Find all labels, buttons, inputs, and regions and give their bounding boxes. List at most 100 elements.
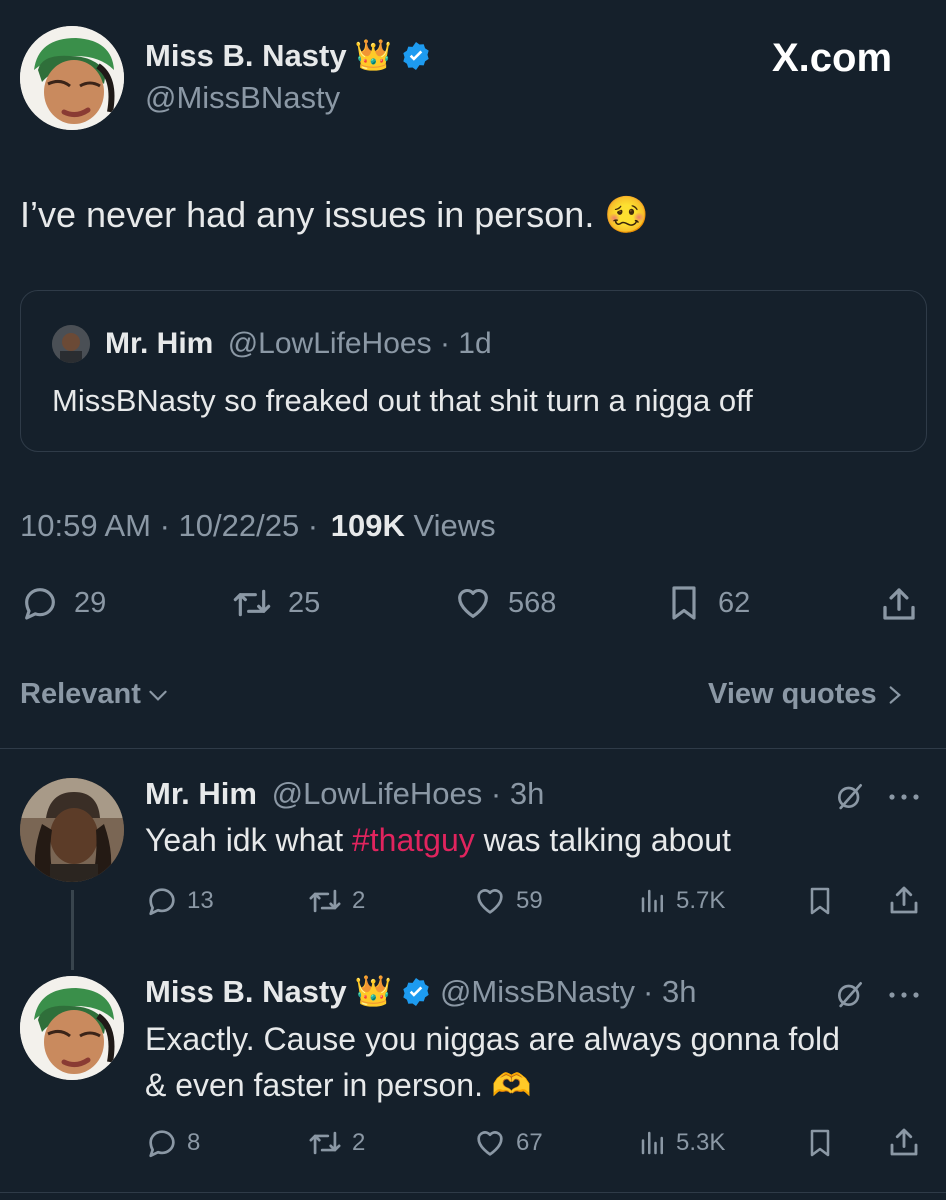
tweet-meta: 10:59 AM · 10/22/25 · 109K Views [20, 508, 496, 544]
reply-repost-count: 2 [352, 887, 366, 914]
reply-reply-button[interactable]: 13 [145, 884, 214, 918]
view-quotes-label: View quotes [708, 678, 877, 710]
crown-emoji: 👑 [354, 974, 392, 1009]
reply-views-button[interactable]: 5.7K [638, 884, 725, 918]
reply-bookmark-button[interactable] [804, 1126, 836, 1165]
reply-repost-count: 2 [352, 1129, 366, 1156]
avatar[interactable] [20, 26, 124, 130]
reply-like-count: 59 [516, 887, 543, 914]
author-name-row: Miss B. Nasty 👑 [145, 36, 432, 76]
tweet-timestamp[interactable]: 10:59 AM · 10/22/25 · [20, 508, 318, 543]
chevron-down-icon [149, 690, 167, 701]
verified-badge-icon [403, 978, 429, 1006]
reply-author-handle[interactable]: @LowLifeHoes [272, 776, 483, 811]
reply-like-count: 67 [516, 1129, 543, 1156]
thread-connector-line [71, 890, 74, 970]
reply-icon [149, 1130, 175, 1158]
bookmark-icon [810, 1129, 830, 1157]
reply-avatar[interactable] [20, 976, 124, 1080]
more-icon [889, 992, 919, 998]
repost-button[interactable]: 25 [230, 583, 320, 623]
reply-author-name[interactable]: Miss B. Nasty [145, 974, 347, 1010]
share-icon [890, 886, 918, 914]
reply-views-count: 5.7K [676, 887, 726, 914]
reply-reply-count: 13 [187, 887, 214, 914]
reply-header: Miss B. Nasty 👑 @MissBNasty · 3h [145, 972, 696, 1012]
grok-icon-button[interactable] [834, 978, 866, 1015]
reply-text-line2: & even faster in person. 🫶 [145, 1066, 532, 1104]
reply-text-line1: Exactly. Cause you niggas are always gon… [145, 1021, 840, 1057]
reply-text-line2-content: & even faster in person. [145, 1067, 483, 1103]
reply-views-button[interactable]: 5.3K [638, 1126, 725, 1160]
reply-like-button[interactable]: 59 [472, 884, 543, 918]
reply-count: 29 [74, 586, 107, 619]
repost-icon [233, 589, 271, 617]
reply-age: · 3h [643, 974, 697, 1009]
chevron-right-icon [889, 685, 901, 704]
grok-icon-button[interactable] [834, 780, 866, 817]
reply-avatar[interactable] [20, 778, 124, 882]
reply-bookmark-button[interactable] [804, 884, 836, 923]
quoted-author-handle[interactable]: @LowLifeHoes [228, 327, 432, 360]
reply-text-start: Yeah idk what [145, 822, 352, 858]
site-mark: X.com [772, 36, 893, 80]
tweet-text: I’ve never had any issues in person. 🥴 [20, 194, 649, 236]
reply-author-handle[interactable]: @MissBNasty [440, 974, 635, 1010]
hashtag-link[interactable]: #thatguy [352, 822, 475, 858]
heart-icon [458, 588, 488, 618]
bottom-divider [0, 1192, 946, 1193]
reply-avatar-image [20, 778, 124, 882]
share-button[interactable] [878, 583, 920, 625]
reply-like-button[interactable]: 67 [472, 1126, 543, 1160]
grok-icon [838, 784, 862, 810]
repost-icon [309, 889, 341, 913]
bookmark-icon [810, 887, 830, 915]
views-count: 109K [330, 508, 405, 543]
section-divider [0, 748, 946, 749]
views-chart-icon [641, 889, 663, 913]
bookmark-count: 62 [718, 586, 751, 619]
share-icon [890, 1128, 918, 1156]
quoted-author-name[interactable]: Mr. Him [105, 327, 213, 360]
bookmark-button[interactable]: 62 [664, 583, 750, 623]
reply-icon [149, 888, 175, 916]
verified-badge-icon [403, 42, 429, 70]
reply-repost-button[interactable]: 2 [306, 1126, 365, 1160]
heart-icon [477, 889, 503, 914]
like-count: 568 [508, 586, 557, 619]
heart-hands-emoji: 🫶 [491, 1066, 532, 1104]
more-options-button[interactable] [888, 790, 920, 808]
reply-text: Yeah idk what #thatguy was talking about [145, 822, 731, 859]
more-options-button[interactable] [888, 988, 920, 1006]
views-chart-icon [641, 1131, 663, 1155]
like-button[interactable]: 568 [452, 583, 556, 623]
quoted-avatar-image [52, 325, 90, 363]
reply-avatar-image [20, 976, 124, 1080]
woozy-emoji: 🥴 [604, 195, 650, 236]
avatar-image [20, 26, 124, 130]
quoted-text: MissBNasty so freaked out that shit turn… [52, 383, 753, 418]
reply-author-name[interactable]: Mr. Him [145, 776, 257, 811]
reply-share-button[interactable] [886, 1124, 922, 1165]
quoted-tweet-card[interactable]: Mr. Him @LowLifeHoes · 1d MissBNasty so … [20, 290, 927, 452]
quoted-header: Mr. Him @LowLifeHoes · 1d [105, 327, 492, 361]
reply-reply-button[interactable]: 8 [145, 1126, 200, 1160]
heart-icon [477, 1131, 503, 1156]
tweet-text-content: I’ve never had any issues in person. [20, 194, 595, 235]
grok-icon [838, 982, 862, 1008]
quoted-age: · 1d [439, 327, 492, 360]
reply-button[interactable]: 29 [20, 583, 106, 623]
reply-text-end: was talking about [474, 822, 731, 858]
view-quotes-link[interactable]: View quotes [708, 678, 905, 711]
repost-count: 25 [288, 586, 321, 619]
relevant-dropdown[interactable]: Relevant [20, 678, 171, 711]
author-name[interactable]: Miss B. Nasty [145, 38, 347, 74]
repost-icon [309, 1131, 341, 1155]
reply-reply-count: 8 [187, 1129, 201, 1156]
author-handle[interactable]: @MissBNasty [145, 80, 340, 116]
reply-header: Mr. Him @LowLifeHoes · 3h [145, 776, 544, 812]
share-icon [883, 588, 915, 620]
quoted-avatar [52, 325, 90, 363]
reply-share-button[interactable] [886, 882, 922, 923]
reply-repost-button[interactable]: 2 [306, 884, 365, 918]
